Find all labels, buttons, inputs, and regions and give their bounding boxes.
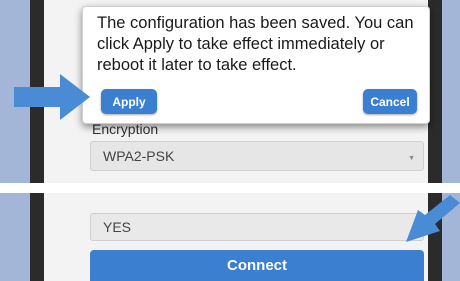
yes-field[interactable]: YES xyxy=(90,213,424,241)
apply-button[interactable]: Apply xyxy=(101,89,157,114)
device-bezel-left xyxy=(0,193,30,281)
device-bezel-right xyxy=(442,0,460,183)
device-frame-right xyxy=(428,0,442,183)
arrow-down-left-icon xyxy=(406,195,460,242)
yes-field-value: YES xyxy=(103,219,132,235)
encryption-select[interactable]: WPA2-PSK ▼ xyxy=(90,141,424,171)
arrow-right-icon xyxy=(14,74,90,120)
device-frame-left xyxy=(30,193,44,281)
bottom-panel: YES Connect xyxy=(0,193,460,281)
connect-button[interactable]: Connect xyxy=(90,250,424,281)
cancel-button[interactable]: Cancel xyxy=(363,89,417,114)
encryption-select-value: WPA2-PSK xyxy=(103,148,175,164)
caret-down-icon: ▼ xyxy=(408,155,415,162)
dialog-message: The configuration has been saved. You ca… xyxy=(97,14,414,74)
top-panel: Encryption WPA2-PSK ▼ The configuration … xyxy=(0,0,460,183)
save-confirmation-dialog: The configuration has been saved. You ca… xyxy=(82,6,430,124)
